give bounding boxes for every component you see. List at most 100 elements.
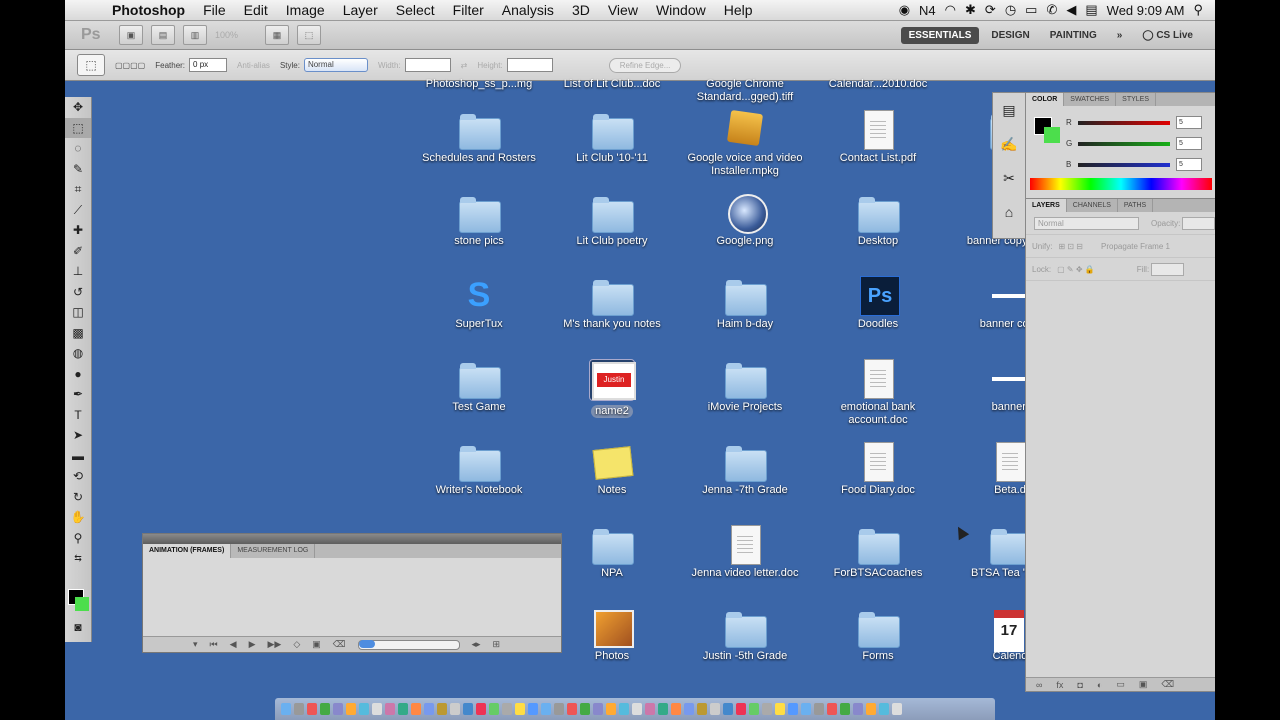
dock-app-icon[interactable] [398,703,408,715]
desktop-icon[interactable]: Photoshop_ss_p...mg [414,76,544,91]
swap-icon[interactable]: ⇄ [461,61,468,70]
menu-edit[interactable]: Edit [235,2,277,18]
spotlight-icon[interactable]: ⚲ [1193,2,1203,18]
color-spectrum[interactable] [1030,178,1212,190]
gradient-tool-icon[interactable]: ▩ [65,323,91,344]
layer-style-icon[interactable]: fx [1056,680,1063,690]
zoom-arrows-icon[interactable]: ◂▸ [472,639,481,650]
quick-mask-icon[interactable]: ◙ [65,617,91,638]
dock-app-icon[interactable] [580,703,590,715]
desktop-icon[interactable]: Desktop [813,193,943,248]
channel-slider[interactable] [1078,141,1170,146]
unify-icons[interactable]: ⊞ ⊡ ⊟ [1058,242,1083,251]
dock-app-icon[interactable] [489,703,499,715]
healing-brush-tool-icon[interactable]: ✚ [65,220,91,241]
channel-value-input[interactable]: 5 [1176,137,1202,150]
dock-app-icon[interactable] [840,703,850,715]
panel-title-bar[interactable] [143,534,561,544]
layer-mask-icon[interactable]: ◘ [1077,680,1082,690]
tab-color[interactable]: COLOR [1026,93,1065,106]
dock-app-icon[interactable] [463,703,473,715]
anti-alias-checkbox[interactable]: Anti-alias [237,61,270,70]
workspace-essentials[interactable]: ESSENTIALS [900,26,980,44]
feather-input[interactable]: 0 px [189,58,228,72]
dock-app-icon[interactable] [879,703,889,715]
tab-channels[interactable]: CHANNELS [1067,199,1118,212]
desktop-icon[interactable]: S SuperTux [414,276,544,331]
propagate-checkbox[interactable]: Propagate Frame 1 [1101,242,1170,251]
style-select[interactable]: Normal [303,58,368,72]
menu-3d[interactable]: 3D [563,2,599,18]
dock-app-icon[interactable] [346,703,356,715]
sync-icon[interactable]: ⟳ [985,2,996,18]
desktop-icon[interactable]: iMovie Projects [680,359,810,414]
menu-select[interactable]: Select [387,2,444,18]
phone-icon[interactable]: ✆ [1046,2,1057,18]
quick-selection-tool-icon[interactable]: ✎ [65,159,91,180]
opacity-input[interactable] [1182,216,1215,230]
dock-app-icon[interactable] [281,703,291,715]
dropbox-icon[interactable]: ◉ [899,2,910,18]
pen-tool-icon[interactable]: ✒ [65,384,91,405]
dock-app-icon[interactable] [684,703,694,715]
crop-tool-icon[interactable]: ⌗ [65,179,91,200]
zoom-tool-icon[interactable]: ⚲ [65,528,91,549]
channel-value-input[interactable]: 5 [1176,116,1202,129]
desktop-icon[interactable]: Photos [547,608,677,663]
convert-timeline-icon[interactable]: ⊞ [493,639,501,650]
play-icon[interactable]: ▶ [249,639,256,650]
arrange-documents-button[interactable]: ▦ [265,25,289,45]
desktop-icon[interactable]: Notes [547,442,677,497]
brush-tool-icon[interactable]: ✐ [65,241,91,262]
previous-frame-icon[interactable]: ◀ [230,639,237,650]
more-workspaces-button[interactable]: » [1109,27,1131,44]
tab-swatches[interactable]: SWATCHES [1064,93,1117,106]
width-input[interactable] [404,58,451,72]
desktop-icon[interactable]: M's thank you notes [547,276,677,331]
dock-app-icon[interactable] [554,703,564,715]
menu-file[interactable]: File [194,2,235,18]
desktop-icon[interactable]: Calendar...2010.doc [813,76,943,91]
delete-frame-icon[interactable]: ⌫ [333,639,346,650]
dock-app-icon[interactable] [541,703,551,715]
dock-app-icon[interactable] [437,703,447,715]
eyedropper-tool-icon[interactable]: ⟋ [65,200,91,221]
new-layer-icon[interactable]: ▣ [1139,679,1148,690]
desktop-icon[interactable]: emotional bank account.doc [813,359,943,427]
tab-paths[interactable]: PATHS [1118,199,1154,212]
history-brush-tool-icon[interactable]: ↺ [65,282,91,303]
adjustment-layer-icon[interactable]: ◐ [1097,680,1102,690]
dock-app-icon[interactable] [736,703,746,715]
dock-app-icon[interactable] [424,703,434,715]
menu-analysis[interactable]: Analysis [493,2,563,18]
link-layers-icon[interactable]: ∞ [1036,680,1042,690]
desktop-icon[interactable]: Writer's Notebook [414,442,544,497]
dock-app-icon[interactable] [658,703,668,715]
menu-image[interactable]: Image [277,2,334,18]
wifi-icon[interactable]: ◠ [945,2,956,18]
channel-value-input[interactable]: 5 [1176,158,1202,171]
desktop-icon[interactable]: stone pics [414,193,544,248]
dock-app-icon[interactable] [476,703,486,715]
dock-app-icon[interactable] [853,703,863,715]
dock-app-icon[interactable] [359,703,369,715]
dock-app-icon[interactable] [632,703,642,715]
dock-app-icon[interactable] [294,703,304,715]
dock-app-icon[interactable] [762,703,772,715]
launch-bridge-button[interactable]: ▣ [119,25,143,45]
desktop-icon[interactable]: Google Chrome Standard...gged).tiff [680,76,810,104]
time-machine-icon[interactable]: ◷ [1005,2,1016,18]
dock-app-icon[interactable] [333,703,343,715]
first-frame-icon[interactable]: ⏮ [210,639,218,650]
dodge-tool-icon[interactable]: ● [65,364,91,385]
lasso-tool-icon[interactable]: ◌ [65,138,91,159]
marquee-preset-icon[interactable]: ⬚ [77,54,105,76]
dock-app-icon[interactable] [814,703,824,715]
dock-app-icon[interactable] [892,703,902,715]
desktop-icon[interactable]: List of Lit Club...doc [547,76,677,91]
dock-app-icon[interactable] [866,703,876,715]
desktop-icon[interactable]: Google.png [680,193,810,248]
channel-slider[interactable] [1078,120,1170,125]
3d-rotate-tool-icon[interactable]: ⟲ [65,466,91,487]
dock-app-icon[interactable] [450,703,460,715]
